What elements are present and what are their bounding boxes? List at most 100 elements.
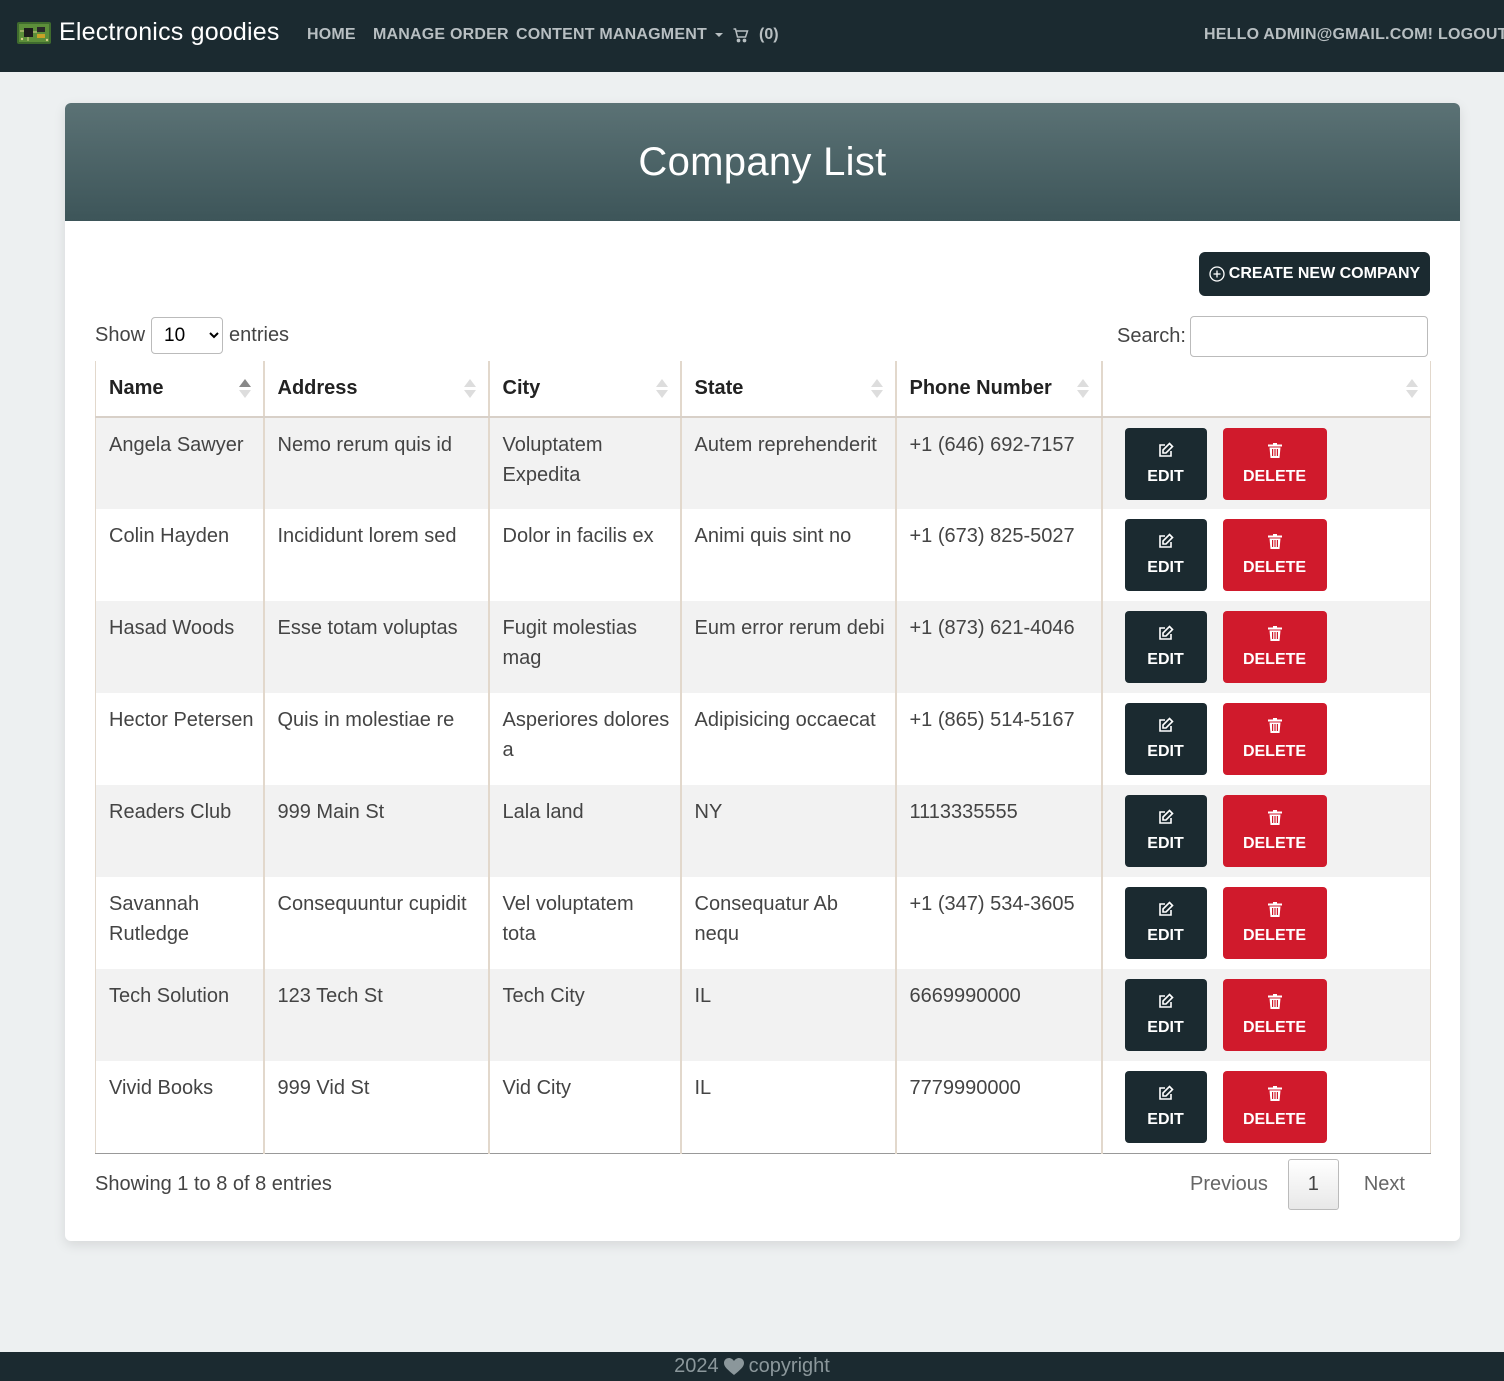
cell-address: Esse totam voluptas: [262, 601, 489, 693]
cell-name: Hasad Woods: [95, 601, 264, 693]
cell-city: Voluptatem Expedita: [487, 417, 681, 509]
card-header: Company List: [65, 103, 1460, 221]
edit-button[interactable]: EDIT: [1124, 887, 1207, 959]
column-header-state[interactable]: State: [679, 361, 896, 418]
pencil-square-icon: [1158, 442, 1174, 457]
cell-phone: +1 (865) 514-5167: [894, 693, 1102, 785]
table-header-row: Name Address City State Phone Number: [95, 361, 1431, 418]
table-row: Savannah Rutledge Consequuntur cupidit V…: [95, 877, 1431, 969]
column-header-phone[interactable]: Phone Number: [894, 361, 1102, 418]
delete-label: DELETE: [1242, 834, 1307, 852]
column-header-actions[interactable]: [1100, 361, 1431, 418]
edit-label: EDIT: [1147, 651, 1184, 668]
edit-button[interactable]: EDIT: [1124, 795, 1207, 867]
table-row: Vivid Books 999 Vid St Vid City IL 77799…: [95, 1061, 1431, 1154]
trash-icon: [1267, 442, 1282, 458]
pagination-next[interactable]: Next: [1339, 1173, 1425, 1196]
heart-icon: [723, 1357, 744, 1375]
delete-label: DELETE: [1242, 926, 1307, 944]
pagination: Previous 1 Next: [1170, 1159, 1425, 1210]
cell-name: Readers Club: [95, 785, 264, 877]
cell-name: Angela Sawyer: [95, 417, 264, 509]
delete-label: DELETE: [1242, 558, 1307, 576]
delete-button[interactable]: DELETE: [1222, 979, 1327, 1051]
cell-name: Tech Solution: [95, 969, 264, 1061]
cell-state: Adipisicing occaecat: [679, 693, 896, 785]
cell-city: Dolor in facilis ex: [487, 509, 681, 601]
trash-icon: [1267, 717, 1282, 733]
nav-content-management-label: CONTENT MANAGMENT: [516, 26, 707, 43]
entries-length-select[interactable]: 10: [151, 317, 224, 354]
pencil-square-icon: [1158, 1085, 1174, 1100]
pagination-previous[interactable]: Previous: [1170, 1173, 1288, 1196]
table-row: Hector Petersen Quis in molestiae re Asp…: [95, 693, 1431, 785]
brand-name: Electronics goodies: [59, 18, 280, 46]
edit-button[interactable]: EDIT: [1124, 428, 1207, 500]
pencil-square-icon: [1158, 717, 1174, 732]
cell-state: IL: [679, 1061, 896, 1154]
cell-state: Autem reprehenderit: [679, 417, 896, 509]
nav-content-management-dropdown[interactable]: CONTENT MANAGMENT: [516, 26, 723, 44]
create-new-company-label: CREATE NEW COMPANY: [1228, 265, 1421, 282]
delete-button[interactable]: DELETE: [1222, 887, 1327, 959]
pencil-square-icon: [1158, 809, 1174, 824]
cell-state: Consequatur Ab nequ: [679, 877, 896, 969]
cell-actions: EDIT DELETE: [1100, 969, 1431, 1061]
table-row: Colin Hayden Incididunt lorem sed Dolor …: [95, 509, 1431, 601]
delete-label: DELETE: [1242, 1110, 1307, 1128]
edit-label: EDIT: [1147, 1019, 1184, 1036]
delete-button[interactable]: DELETE: [1222, 703, 1327, 775]
column-header-address[interactable]: Address: [262, 361, 489, 418]
pencil-square-icon: [1158, 625, 1174, 640]
cell-actions: EDIT DELETE: [1100, 693, 1431, 785]
delete-button[interactable]: DELETE: [1222, 519, 1327, 591]
cell-phone: 1113335555: [894, 785, 1102, 877]
trash-icon: [1267, 1085, 1282, 1101]
cell-city: Tech City: [487, 969, 681, 1061]
nav-home[interactable]: HOME: [307, 26, 356, 44]
footer: 2024 copyright: [0, 1352, 1504, 1381]
cell-actions: EDIT DELETE: [1100, 877, 1431, 969]
footer-copyright: copyright: [748, 1355, 830, 1377]
edit-button[interactable]: EDIT: [1124, 1071, 1207, 1143]
delete-button[interactable]: DELETE: [1222, 795, 1327, 867]
column-header-label: Phone Number: [909, 377, 1052, 399]
delete-label: DELETE: [1242, 1018, 1307, 1036]
cell-name: Hector Petersen: [95, 693, 264, 785]
cell-city: Lala land: [487, 785, 681, 877]
create-new-company-button[interactable]: CREATE NEW COMPANY: [1199, 252, 1430, 296]
edit-button[interactable]: EDIT: [1124, 519, 1207, 591]
delete-button[interactable]: DELETE: [1222, 428, 1327, 500]
chevron-down-icon: [714, 32, 723, 37]
column-header-city[interactable]: City: [487, 361, 681, 418]
edit-button[interactable]: EDIT: [1124, 703, 1207, 775]
column-header-label: City: [502, 377, 541, 399]
table-row: Tech Solution 123 Tech St Tech City IL 6…: [95, 969, 1431, 1061]
delete-button[interactable]: DELETE: [1222, 611, 1327, 683]
nav-logout[interactable]: LOGOUT: [1438, 26, 1504, 44]
edit-button[interactable]: EDIT: [1124, 611, 1207, 683]
search-label: Search:: [1117, 325, 1186, 347]
nav-hello-user[interactable]: HELLO ADMIN@GMAIL.COM!: [1204, 26, 1433, 44]
nav-manage-order[interactable]: MANAGE ORDER: [373, 26, 509, 44]
cell-actions: EDIT DELETE: [1100, 509, 1431, 601]
cell-state: Animi quis sint no: [679, 509, 896, 601]
footer-year: 2024: [674, 1355, 719, 1377]
sort-ascending-icon: [238, 379, 251, 399]
search-input[interactable]: [1189, 316, 1428, 357]
cell-actions: EDIT DELETE: [1100, 417, 1431, 509]
nav-cart[interactable]: (0): [732, 26, 779, 44]
company-table: Name Address City State Phone Number Ang…: [95, 361, 1431, 1154]
cell-address: 999 Main St: [262, 785, 489, 877]
cell-city: Vid City: [487, 1061, 681, 1154]
delete-button[interactable]: DELETE: [1222, 1071, 1327, 1143]
pagination-page-current[interactable]: 1: [1287, 1159, 1339, 1210]
column-header-name[interactable]: Name: [95, 361, 264, 418]
sort-icon: [463, 379, 476, 399]
cell-phone: +1 (347) 534-3605: [894, 877, 1102, 969]
cart-count: (0): [759, 26, 779, 43]
edit-button[interactable]: EDIT: [1124, 979, 1207, 1051]
table-search: Search:: [1117, 316, 1428, 357]
brand-link[interactable]: Electronics goodies: [16, 18, 280, 47]
cell-address: Incididunt lorem sed: [262, 509, 489, 601]
